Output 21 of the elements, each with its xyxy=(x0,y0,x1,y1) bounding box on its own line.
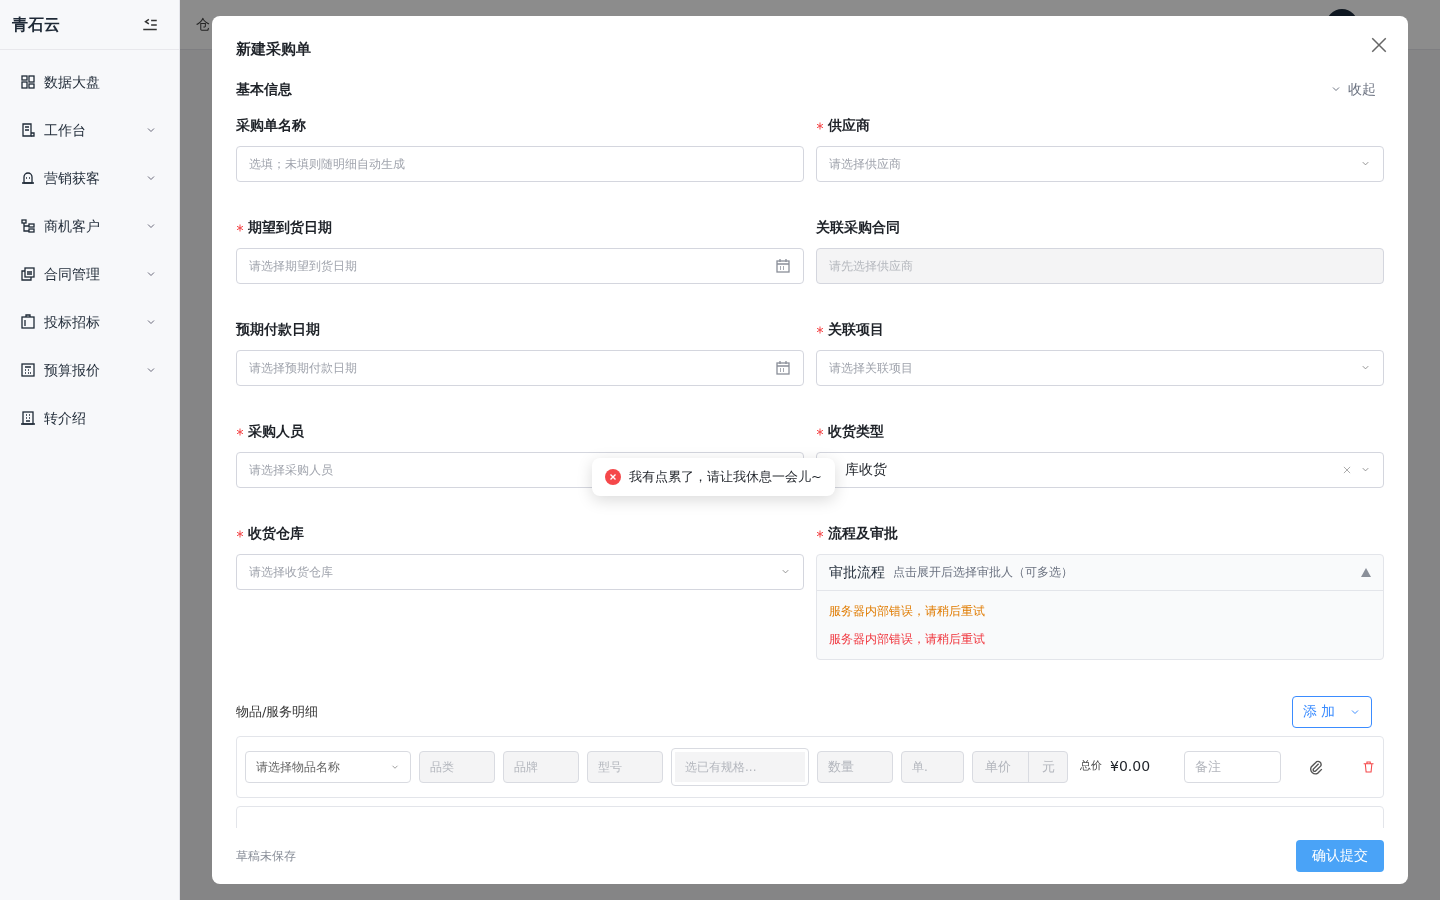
field-label: 供应商 xyxy=(828,116,870,135)
error-message: 服务器内部错误，请稍后重试 xyxy=(829,630,986,648)
breadcrumb-text: 仓 xyxy=(196,15,210,34)
field-label: 关联采购合同 xyxy=(816,218,900,237)
error-toast: 我有点累了，请让我休息一会儿~ xyxy=(592,458,835,496)
total-label: 总价 xyxy=(1080,758,1102,775)
field-label: 收货类型 xyxy=(828,422,884,441)
brand-name: 青石云 xyxy=(12,13,60,36)
field-label: 流程及审批 xyxy=(828,524,898,543)
field-label: 采购人员 xyxy=(248,422,304,441)
field-label: 收货仓库 xyxy=(248,524,304,543)
field-label: 预期付款日期 xyxy=(236,320,320,339)
total-value: ¥0.00 xyxy=(1110,757,1152,776)
field-label: 关联项目 xyxy=(828,320,884,339)
error-message: 服务器内部错误，请稍后重试 xyxy=(829,602,986,620)
section-title: 基本信息 xyxy=(236,79,292,99)
section-title: 物品/服务明细 xyxy=(236,702,319,721)
draft-status: 草稿未保存 xyxy=(236,847,296,865)
modal-title: 新建采购单 xyxy=(236,40,311,58)
field-label: 期望到货日期 xyxy=(248,218,332,237)
field-label: 采购单名称 xyxy=(236,116,306,135)
